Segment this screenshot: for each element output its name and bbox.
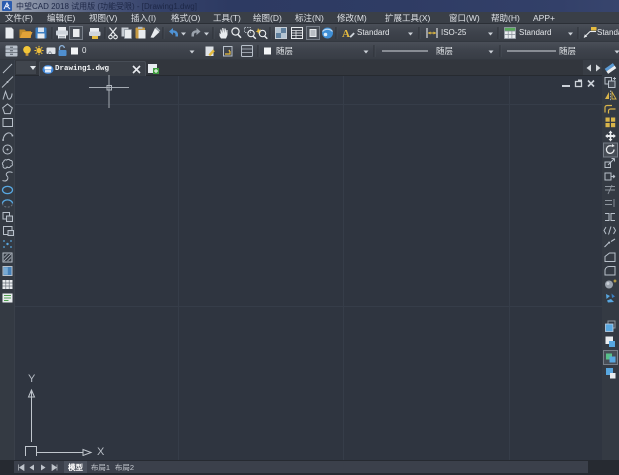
svg-text:A: A: [342, 28, 350, 40]
svg-text:Y: Y: [28, 373, 36, 385]
svg-text:X: X: [97, 446, 105, 456]
